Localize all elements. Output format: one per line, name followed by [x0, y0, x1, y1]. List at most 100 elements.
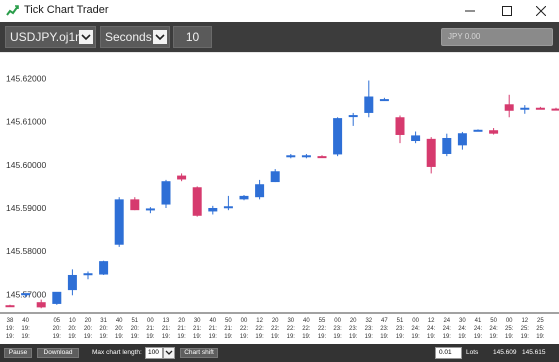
- pause-button[interactable]: Pause: [4, 348, 32, 358]
- x-tick-label: 21:: [224, 326, 233, 332]
- timeframe-select[interactable]: Seconds: [100, 26, 170, 48]
- timeframe-value: Seconds: [105, 30, 152, 44]
- x-tick-label: 24:: [489, 326, 498, 332]
- x-tick-label: 19:: [474, 334, 483, 340]
- x-tick-label: 30: [459, 318, 466, 324]
- x-tick-label: 22:: [302, 326, 311, 332]
- y-tick-label: 145.62000: [6, 73, 46, 83]
- x-tick-label: 23:: [349, 326, 358, 332]
- x-tick-label: 19:: [458, 334, 467, 340]
- x-tick-label: 38: [7, 318, 14, 324]
- x-tick-label: 19:: [536, 334, 545, 340]
- x-tick-label: 40: [209, 318, 216, 324]
- x-tick-label: 19:: [349, 334, 358, 340]
- candle-up: [348, 115, 358, 118]
- x-tick-label: 20: [350, 318, 357, 324]
- x-tick-label: 20: [272, 318, 279, 324]
- y-axis: 145.62000 145.61000 145.60000 145.59000 145.…: [6, 73, 46, 299]
- app-window: Tick Chart Trader USDJPY.oj1m Seconds 10…: [0, 0, 559, 362]
- x-tick-label: 23:: [333, 326, 342, 332]
- x-tick-label: 23:: [365, 326, 374, 332]
- candle-down: [489, 130, 499, 134]
- candle-up: [21, 293, 31, 296]
- candle-down: [504, 104, 514, 111]
- candle-up: [270, 171, 280, 183]
- download-button[interactable]: Download: [37, 348, 79, 358]
- candle-up: [223, 206, 233, 209]
- close-button[interactable]: [523, 0, 559, 22]
- candle-up: [411, 135, 421, 142]
- maximize-button[interactable]: [489, 0, 525, 22]
- x-tick-label: 22:: [240, 326, 249, 332]
- candle-up: [520, 107, 530, 110]
- x-tick-label: 24:: [443, 326, 452, 332]
- chevron-down-icon[interactable]: [153, 30, 167, 44]
- minimize-button[interactable]: [452, 0, 488, 22]
- x-tick-label: 50: [490, 318, 497, 324]
- x-tick-label: 19:: [489, 334, 498, 340]
- chevron-down-icon[interactable]: [79, 30, 93, 44]
- chart-shift-button[interactable]: Chart shift: [180, 348, 218, 358]
- x-tick-label: 31: [100, 318, 107, 324]
- chevron-down-icon[interactable]: [163, 347, 175, 359]
- candle-up: [67, 274, 77, 291]
- x-tick-label: 25:: [521, 326, 530, 332]
- candle-down: [317, 156, 327, 159]
- price-display: JPY 0.00: [441, 28, 553, 46]
- candle-down: [36, 302, 46, 308]
- x-tick-label: 30: [287, 318, 294, 324]
- x-tick-label: 20: [85, 318, 92, 324]
- ask-price: 145.615: [522, 349, 546, 356]
- x-tick-label: 47: [381, 318, 388, 324]
- x-tick-label: 19:: [427, 334, 436, 340]
- x-tick-label: 19:: [99, 334, 108, 340]
- x-tick-label: 22:: [318, 326, 327, 332]
- x-tick-label: 19:: [318, 334, 327, 340]
- symbol-select[interactable]: USDJPY.oj1m: [5, 26, 96, 48]
- x-tick-label: 20:: [84, 326, 93, 332]
- candle-up: [145, 208, 155, 211]
- x-tick-label: 19:: [209, 334, 218, 340]
- x-tick-label: 19:: [380, 334, 389, 340]
- candle-down: [551, 108, 559, 111]
- tick-count-input[interactable]: 10: [173, 26, 212, 48]
- x-tick-label: 19:: [333, 334, 342, 340]
- candlestick-chart[interactable]: 145.62000 145.61000 145.60000 145.59000 145.…: [0, 52, 559, 344]
- candle-up: [473, 129, 483, 132]
- x-tick-label: 41: [475, 318, 482, 324]
- candle-up: [99, 261, 109, 275]
- candle-up: [301, 155, 311, 158]
- x-tick-label: 00: [241, 318, 248, 324]
- x-tick-label: 25:: [536, 326, 545, 332]
- x-tick-label: 22:: [287, 326, 296, 332]
- candle-down: [395, 117, 405, 135]
- x-tick-label: 51: [397, 318, 404, 324]
- minimize-icon: [465, 10, 475, 12]
- x-tick-label: 20:: [131, 326, 140, 332]
- candle-up: [333, 118, 343, 155]
- candle-down: [177, 175, 187, 180]
- x-tick-label: 55: [319, 318, 326, 324]
- x-tick-label: 13: [163, 318, 170, 324]
- candle-up: [239, 195, 249, 200]
- x-tick-label: 19:: [131, 334, 140, 340]
- lots-input[interactable]: 0.01: [435, 347, 462, 359]
- x-tick-label: 22:: [255, 326, 264, 332]
- x-tick-label: 21:: [162, 326, 171, 332]
- x-tick-label: 19:: [255, 334, 264, 340]
- candle-up: [52, 291, 62, 304]
- candle-up: [208, 207, 218, 212]
- x-tick-label: 50: [225, 318, 232, 324]
- x-tick-label: 19:: [6, 326, 15, 332]
- x-tick-label: 00: [147, 318, 154, 324]
- max-chart-length-select[interactable]: 100: [145, 347, 163, 359]
- x-tick-label: 21:: [177, 326, 186, 332]
- x-tick-label: 19:: [224, 334, 233, 340]
- candle-up: [442, 137, 452, 154]
- x-tick-label: 19:: [396, 334, 405, 340]
- y-tick-label: 145.58000: [6, 246, 46, 256]
- x-tick-label: 19:: [411, 334, 420, 340]
- candle-down: [192, 187, 202, 216]
- x-tick-label: 00: [334, 318, 341, 324]
- candle-down: [5, 305, 15, 308]
